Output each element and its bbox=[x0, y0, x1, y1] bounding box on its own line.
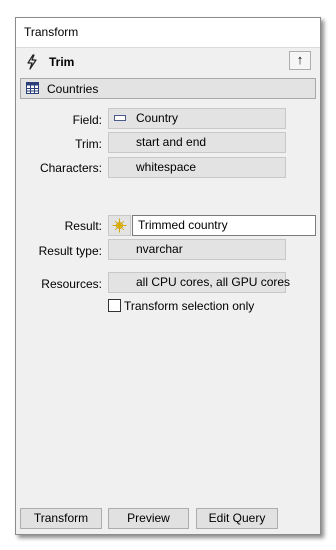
edit-query-button[interactable]: Edit Query bbox=[196, 508, 278, 529]
characters-value: whitespace bbox=[136, 160, 197, 174]
resources-label: Resources: bbox=[41, 277, 102, 291]
trim-label: Trim: bbox=[75, 137, 102, 151]
result-type-value-box: nvarchar bbox=[108, 239, 286, 260]
characters-label: Characters: bbox=[39, 161, 102, 175]
resources-value: all CPU cores, all GPU cores bbox=[136, 275, 291, 289]
result-type-label: Result type: bbox=[38, 244, 102, 258]
trim-selector[interactable]: start and end bbox=[108, 132, 286, 153]
result-label: Result: bbox=[64, 219, 102, 233]
transform-header: Trim ↑ bbox=[16, 49, 320, 75]
characters-selector[interactable]: whitespace bbox=[108, 157, 286, 178]
result-name-input[interactable]: Trimmed country bbox=[132, 215, 316, 236]
field-selector[interactable]: Country bbox=[108, 108, 286, 129]
source-table-selector[interactable]: Countries bbox=[20, 78, 316, 99]
result-field-icon-button[interactable] bbox=[108, 215, 131, 236]
transform-title: Trim bbox=[49, 55, 75, 69]
transform-panel: Transform Trim ↑ Countries Field: Countr… bbox=[15, 17, 321, 535]
result-type-value: nvarchar bbox=[136, 242, 183, 256]
transform-selection-only-checkbox[interactable] bbox=[108, 299, 121, 312]
field-icon bbox=[114, 115, 126, 121]
field-value: Country bbox=[136, 111, 179, 125]
transform-button[interactable]: Transform bbox=[20, 508, 102, 529]
result-field-icon bbox=[112, 218, 127, 233]
resources-selector[interactable]: all CPU cores, all GPU cores bbox=[108, 272, 290, 293]
source-table-label: Countries bbox=[47, 82, 99, 96]
table-icon bbox=[26, 82, 39, 94]
field-label: Field: bbox=[72, 113, 102, 127]
bolt-icon bbox=[27, 54, 37, 70]
transform-selection-only-label: Transform selection only bbox=[124, 299, 255, 313]
preview-button[interactable]: Preview bbox=[108, 508, 189, 529]
trim-value: start and end bbox=[136, 135, 207, 149]
move-up-button[interactable]: ↑ bbox=[289, 51, 311, 70]
panel-titlebar: Transform bbox=[16, 18, 320, 48]
panel-title: Transform bbox=[24, 25, 79, 39]
